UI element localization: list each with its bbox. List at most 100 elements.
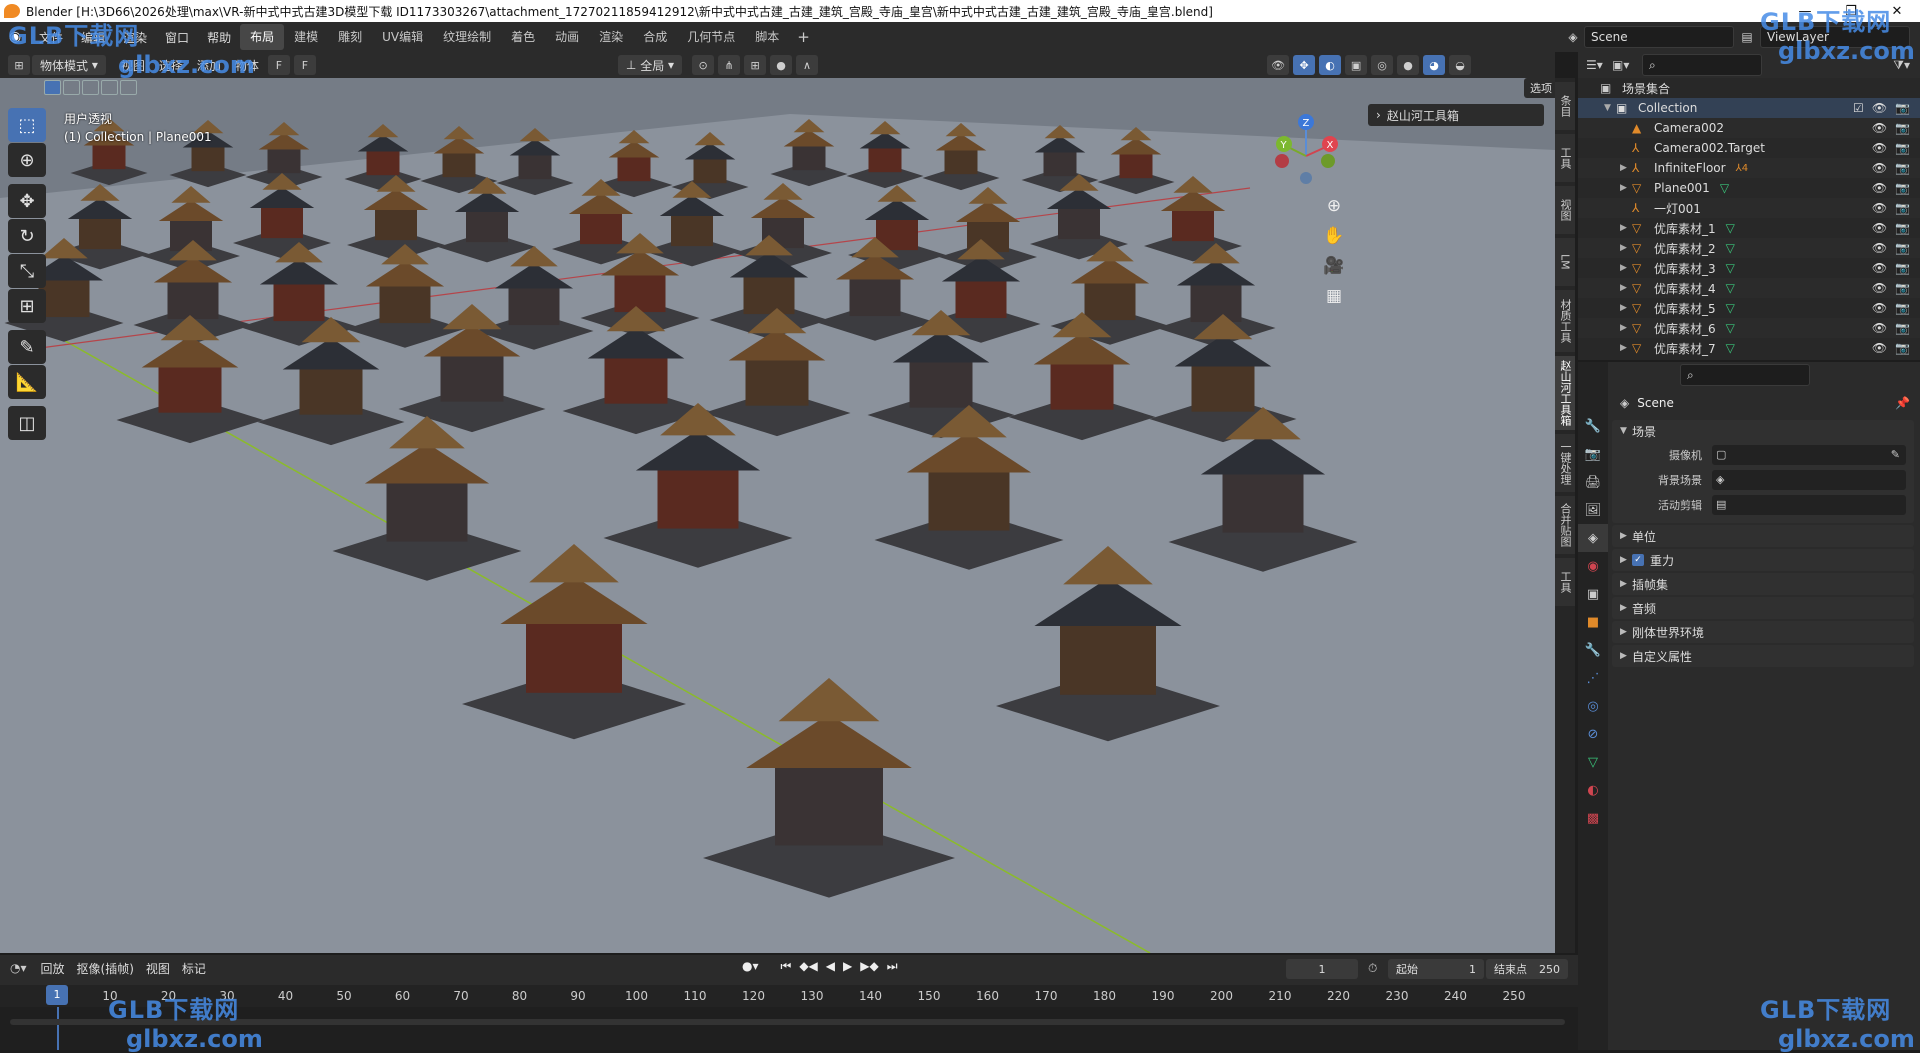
pivot-icon[interactable]: ⊙ xyxy=(692,55,715,75)
preview-range-icon[interactable]: ⏱ xyxy=(1368,961,1377,976)
outliner-item[interactable]: ▶ ▽ 优库素材_7 ▽ 👁 📷 xyxy=(1578,338,1920,358)
expand-caret-icon[interactable]: ▶ xyxy=(1620,343,1632,353)
select-extend-icon[interactable] xyxy=(63,80,80,95)
output-props-icon[interactable]: 🖨 xyxy=(1578,468,1608,496)
proportional-edit-icon[interactable]: ● xyxy=(770,55,793,75)
play-icon[interactable]: ▶ xyxy=(843,959,852,974)
eye-icon[interactable]: 👁 xyxy=(1872,321,1887,335)
zoom-view-icon[interactable]: ⊕ xyxy=(1320,192,1348,220)
audio-section[interactable]: ▶ 音频 xyxy=(1612,597,1914,619)
outliner-item[interactable]: ▶ ▽ 优库素材_1 ▽ 👁 📷 xyxy=(1578,218,1920,238)
gravity-checkbox[interactable]: ✓ xyxy=(1632,554,1644,566)
toggle-ortho-icon[interactable]: ▦ xyxy=(1320,282,1348,310)
scene-props-icon[interactable]: ◈ xyxy=(1578,524,1608,552)
eyedropper-icon[interactable]: ✎ xyxy=(1891,448,1900,461)
select-invert-icon[interactable] xyxy=(101,80,118,95)
select-new-icon[interactable] xyxy=(44,80,61,95)
scale-tool-icon[interactable]: ⤡ xyxy=(8,254,46,288)
snap-target-icon[interactable]: ⊞ xyxy=(744,55,767,75)
add-workspace-icon[interactable]: + xyxy=(789,28,818,46)
expand-caret-icon[interactable]: ▶ xyxy=(1620,243,1632,253)
prev-key-icon[interactable]: ◆◀ xyxy=(799,959,817,974)
outliner-item[interactable]: ▶ ▽ 优库素材_2 ▽ 👁 📷 xyxy=(1578,238,1920,258)
eye-icon[interactable]: 👁 xyxy=(1872,141,1887,155)
sidebar-tab-merge-textures[interactable]: 合并贴图 xyxy=(1555,496,1575,554)
outliner-item[interactable]: ▶ ▽ 优库素材_4 ▽ 👁 📷 xyxy=(1578,278,1920,298)
menu-keying[interactable]: 抠像(插帧) xyxy=(71,960,140,977)
constraints-props-icon[interactable]: ⊘ xyxy=(1578,720,1608,748)
active-clip-field[interactable]: ▤ xyxy=(1712,494,1906,515)
end-frame-field[interactable]: 结束点 250 xyxy=(1486,959,1568,979)
physics-props-icon[interactable]: ◎ xyxy=(1578,692,1608,720)
tab-uv-editing[interactable]: UV编辑 xyxy=(372,24,433,50)
collection-props-icon[interactable]: ▣ xyxy=(1578,580,1608,608)
sidebar-tab-material-tools[interactable]: 材质工具 xyxy=(1555,290,1575,352)
sidebar-tab-one-click[interactable]: 一键处理 xyxy=(1555,434,1575,492)
render-camera-icon[interactable]: 📷 xyxy=(1895,281,1910,295)
world-props-icon[interactable]: ◉ xyxy=(1578,552,1608,580)
outliner-collection[interactable]: ▼ ▣ Collection ☑ 👁 📷 xyxy=(1578,98,1920,118)
rendered-shading-icon[interactable]: ◒ xyxy=(1449,55,1472,75)
eye-icon[interactable]: 👁 xyxy=(1872,161,1887,175)
gravity-section[interactable]: ▶ ✓ 重力 xyxy=(1612,549,1914,571)
outliner-item[interactable]: ▶ ▽ Plane001 ▽ 👁 📷 xyxy=(1578,178,1920,198)
render-camera-icon[interactable]: 📷 xyxy=(1895,221,1910,235)
rigid-body-world-section[interactable]: ▶ 刚体世界环境 xyxy=(1612,621,1914,643)
falloff-icon[interactable]: ∧ xyxy=(796,55,819,75)
timeline-type-icon[interactable]: ◔▾ xyxy=(10,961,27,975)
eye-icon[interactable]: 👁 xyxy=(1872,221,1887,235)
add-cube-tool-icon[interactable]: ◫ xyxy=(8,406,46,440)
measure-tool-icon[interactable]: 📐 xyxy=(8,365,46,399)
eye-icon[interactable]: 👁 xyxy=(1872,121,1887,135)
camera-field[interactable]: ▢ ✎ xyxy=(1712,444,1906,465)
eye-icon[interactable]: 👁 xyxy=(1872,301,1887,315)
background-scene-field[interactable]: ◈ xyxy=(1712,469,1906,490)
display-mode-icon[interactable]: ▣▾ xyxy=(1612,58,1642,72)
particles-props-icon[interactable]: ⋰ xyxy=(1578,664,1608,692)
tab-shading[interactable]: 着色 xyxy=(501,24,545,50)
render-camera-icon[interactable]: 📷 xyxy=(1895,161,1910,175)
expand-caret-icon[interactable]: ▼ xyxy=(1604,103,1616,113)
outliner-item[interactable]: ▶ ▽ 优库素材_5 ▽ 👁 📷 xyxy=(1578,298,1920,318)
render-camera-icon[interactable]: 📷 xyxy=(1895,141,1910,155)
overlay-toggle-icon[interactable]: ◐ xyxy=(1319,55,1342,75)
transform-tool-icon[interactable]: ⊞ xyxy=(8,289,46,323)
eye-icon[interactable]: 👁 xyxy=(1872,261,1887,275)
menu-playback[interactable]: 回放 xyxy=(35,960,71,977)
fbx-export-icon[interactable]: F xyxy=(293,55,316,75)
eye-icon[interactable]: 👁 xyxy=(1872,101,1887,115)
render-camera-icon[interactable]: 📷 xyxy=(1895,321,1910,335)
tab-geometry-nodes[interactable]: 几何节点 xyxy=(677,24,745,50)
outliner-item[interactable]: ▶ ▽ 优库素材_6 ▽ 👁 📷 xyxy=(1578,318,1920,338)
navigation-gizmo[interactable]: Z X Y xyxy=(1268,106,1358,196)
cursor-tool-icon[interactable]: ⊕ xyxy=(8,143,46,177)
snap-icon[interactable]: ⋔ xyxy=(718,55,741,75)
render-camera-icon[interactable]: 📷 xyxy=(1895,101,1910,115)
material-props-icon[interactable]: ◐ xyxy=(1578,776,1608,804)
next-key-icon[interactable]: ▶◆ xyxy=(860,959,878,974)
texture-props-icon[interactable]: ▩ xyxy=(1578,804,1608,832)
tab-texture-paint[interactable]: 纹理绘制 xyxy=(433,24,501,50)
jump-start-icon[interactable]: ⏮ xyxy=(781,959,792,974)
modifier-props-icon[interactable]: 🔧 xyxy=(1578,636,1608,664)
sidebar-tab-view[interactable]: 视图 xyxy=(1555,186,1575,234)
sidebar-tab-lm[interactable]: LM xyxy=(1555,238,1575,286)
render-camera-icon[interactable]: 📷 xyxy=(1895,201,1910,215)
sidebar-tab-item[interactable]: 条目 xyxy=(1555,82,1575,130)
rotate-tool-icon[interactable]: ↻ xyxy=(8,219,46,253)
render-camera-icon[interactable]: 📷 xyxy=(1895,261,1910,275)
expand-caret-icon[interactable]: ▶ xyxy=(1620,263,1632,273)
select-subtract-icon[interactable] xyxy=(82,80,99,95)
solid-shading-icon[interactable]: ● xyxy=(1397,55,1420,75)
tab-modeling[interactable]: 建模 xyxy=(284,24,328,50)
material-shading-icon[interactable]: ◕ xyxy=(1423,55,1446,75)
render-camera-icon[interactable]: 📷 xyxy=(1895,301,1910,315)
fbx-import-icon[interactable]: F xyxy=(267,55,290,75)
gizmo-toggle-icon[interactable]: ✥ xyxy=(1293,55,1316,75)
properties-search-input[interactable]: ⌕ xyxy=(1680,364,1810,386)
tab-compositing[interactable]: 合成 xyxy=(633,24,677,50)
expand-caret-icon[interactable]: ▶ xyxy=(1620,283,1632,293)
outliner-item[interactable]: ▶ ⅄ InfiniteFloor ⅄4 👁 📷 xyxy=(1578,158,1920,178)
eye-icon[interactable]: 👁 xyxy=(1872,241,1887,255)
current-frame-field[interactable]: 1 xyxy=(1286,959,1358,979)
